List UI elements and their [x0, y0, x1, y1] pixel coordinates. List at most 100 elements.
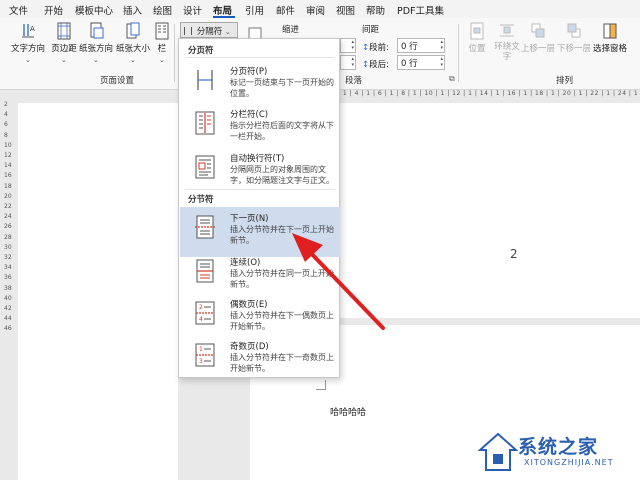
menu-bar: 文件 开始 模板中心 插入 绘图 设计 布局 引用 邮件 审阅 视图 帮助 PD…	[0, 0, 640, 18]
menu-item-description: 分隔网页上的对象周围的文字，如分隔题注文字与正文。	[230, 165, 334, 185]
size-label: 纸张大小	[115, 44, 150, 54]
indent-right-spinner[interactable]: ▴ ▾	[340, 55, 356, 70]
margins-button[interactable]: 页边距	[50, 22, 78, 54]
section-breaks-header: 分节符	[188, 195, 214, 205]
ruler-tick-label: 34	[4, 264, 12, 272]
horizontal-ruler[interactable]: | 1 | 4 | 1 | 6 | 1 | 8 | 1 | 10 | 1 | 1…	[338, 90, 640, 102]
menu-help[interactable]: 帮助	[366, 3, 385, 17]
spacing-after-input[interactable]: 0 行 ▴ ▾	[397, 55, 445, 70]
svg-text:1: 1	[199, 346, 203, 353]
orientation-label: 纸张方向	[78, 44, 113, 54]
indent-label: 缩进	[282, 25, 300, 35]
selection-pane-icon	[603, 23, 617, 39]
dialog-launcher-icon[interactable]: ⧉	[449, 74, 455, 84]
menu-item-odd-page[interactable]: 1 3 奇数页(D) 插入分节符并在下一奇数页上开始新节。	[180, 335, 340, 385]
spinner-arrows-icon: ▴ ▾	[351, 39, 354, 51]
menu-review[interactable]: 审阅	[306, 3, 325, 17]
menu-view[interactable]: 视图	[336, 3, 355, 17]
wrap-text-button[interactable]: 环绕文字	[492, 22, 522, 62]
ruler-tick-label: 10	[4, 141, 12, 149]
spacing-before-label: ↕段前:	[362, 43, 389, 53]
ruler-tick-label: 8	[4, 131, 8, 139]
menu-item-description: 插入分节符并在下一页上开始新节。	[230, 225, 334, 245]
house-logo-icon	[478, 432, 518, 471]
ruler-tick-label: 42	[4, 305, 12, 312]
spinner-arrows-icon: ▴ ▾	[440, 56, 443, 68]
ruler-tick-label: 14	[4, 162, 12, 170]
ruler-tick-label: 18	[4, 182, 12, 190]
ruler-tick-label: 6	[4, 121, 8, 129]
ruler-tick-label: 4	[4, 111, 8, 119]
send-backward-button[interactable]: 下移一层	[556, 22, 592, 54]
position-label: 位置	[468, 44, 486, 54]
divider	[185, 57, 335, 58]
indent-left-spinner[interactable]: ▴ ▾	[340, 38, 356, 53]
spacing-before-value: 0 行	[401, 42, 418, 52]
menu-home[interactable]: 开始	[44, 3, 63, 17]
spacing-after-value: 0 行	[401, 59, 418, 69]
body-text[interactable]: 哈哈哈哈	[330, 405, 366, 418]
menu-layout[interactable]: 布局	[213, 3, 232, 17]
menu-item-title: 自动换行符(T)	[230, 154, 285, 164]
margins-icon	[57, 22, 71, 40]
menu-item-title: 分栏符(C)	[230, 110, 269, 120]
menu-pdf-tools[interactable]: PDF工具集	[397, 3, 444, 17]
svg-text:2: 2	[199, 304, 203, 311]
text-wrapping-break-icon	[195, 155, 215, 179]
group-divider	[174, 24, 175, 82]
chevron-down-icon: ⌄	[25, 56, 31, 64]
breaks-button[interactable]: 分隔符 ⌄	[180, 22, 238, 38]
continuous-section-break-icon	[196, 259, 214, 283]
menu-draw[interactable]: 绘图	[153, 3, 172, 17]
column-break-icon	[195, 111, 215, 135]
position-button[interactable]: 位置	[464, 22, 490, 54]
chevron-down-icon: ⌄	[93, 56, 99, 64]
ruler-tick-label: 28	[4, 233, 12, 241]
menu-item-description: 插入分节符并在下一偶数页上开始新节。	[230, 311, 334, 331]
page-number-text: 2	[510, 247, 518, 261]
menu-item-title: 连续(O)	[230, 258, 261, 268]
ruler-tick-label: 16	[4, 172, 12, 180]
chevron-down-icon: ⌄	[130, 56, 136, 64]
menu-file[interactable]: 文件	[9, 3, 28, 17]
breaks-icon	[184, 27, 192, 35]
ruler-tick-label: 44	[4, 315, 12, 323]
bring-forward-button[interactable]: 上移一层	[520, 22, 556, 54]
watermark-logo: 系统之家 XITONGZHIJIA.NET	[478, 428, 638, 478]
ruler-tick-label: 36	[4, 274, 12, 282]
document-page-left-edge[interactable]	[18, 103, 178, 480]
position-icon	[470, 22, 484, 40]
paragraph-group-label: 段落	[345, 76, 363, 86]
margins-label: 页边距	[51, 44, 77, 54]
ruler-tick-label: 2	[4, 101, 8, 108]
orientation-button[interactable]: 纸张方向	[78, 22, 114, 54]
columns-button[interactable]: 栏	[154, 22, 170, 54]
breaks-label: 分隔符	[196, 27, 223, 37]
menu-insert[interactable]: 插入	[123, 3, 142, 17]
page-size-icon	[126, 22, 140, 39]
page-setup-group-label: 页面设置	[100, 76, 135, 86]
menu-templates[interactable]: 模板中心	[75, 3, 113, 17]
menu-item-title: 偶数页(E)	[230, 300, 268, 310]
menu-item-next-page[interactable]: 下一页(N) 插入分节符并在下一页上开始新节。	[180, 207, 340, 257]
page-breaks-header: 分页符	[188, 46, 214, 56]
menu-item-column-break[interactable]: 分栏符(C) 指示分栏符后面的文字将从下一栏开始。	[180, 103, 340, 153]
ruler-tick-label: 20	[4, 192, 12, 200]
watermark-url: XITONGZHIJIA.NET	[524, 458, 614, 467]
selection-pane-button[interactable]: 选择窗格	[592, 22, 628, 54]
wrap-text-label: 环绕文字	[494, 42, 520, 62]
chevron-down-icon: ⌄	[61, 56, 67, 64]
spinner-arrows-icon: ▴ ▾	[440, 39, 443, 51]
next-page-section-break-icon	[195, 215, 215, 239]
size-button[interactable]: 纸张大小	[115, 22, 151, 54]
menu-design[interactable]: 设计	[183, 3, 202, 17]
menu-references[interactable]: 引用	[245, 3, 264, 17]
chevron-down-icon: ⌄	[159, 56, 165, 64]
spacing-before-input[interactable]: 0 行 ▴ ▾	[397, 38, 445, 53]
ruler-tick-label: 38	[4, 284, 12, 292]
vertical-ruler[interactable]: 2 4 6 8 10 12 14 16 18 20 22 24 26 28 30 32 34 36 38 40 42 44…	[4, 95, 14, 480]
menu-mailings[interactable]: 邮件	[276, 3, 295, 17]
text-direction-button[interactable]: A 文字方向	[10, 22, 46, 54]
menu-item-title: 分页符(P)	[230, 67, 268, 77]
svg-text:A: A	[30, 25, 35, 33]
